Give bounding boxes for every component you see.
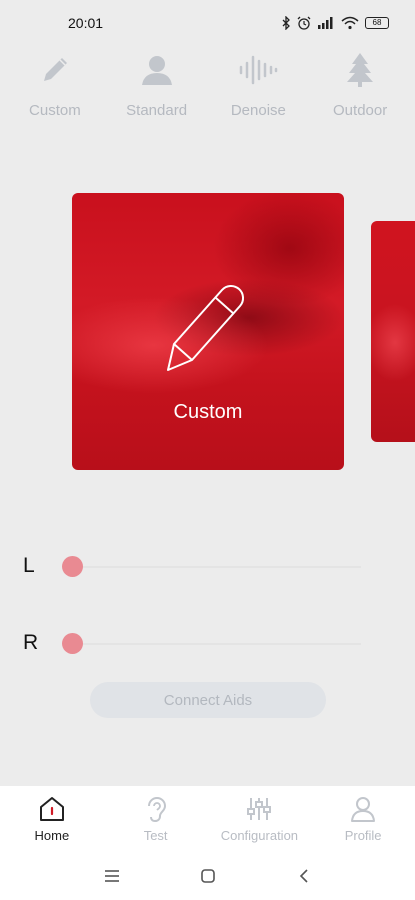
mode-tab-label: Outdoor <box>333 102 388 119</box>
nav-label: Test <box>143 828 168 843</box>
status-bar: 20:01 68 <box>0 0 415 46</box>
left-volume-slider-thumb[interactable] <box>62 556 83 577</box>
home-square-icon[interactable] <box>195 863 221 889</box>
mode-tab-label: Denoise <box>230 102 286 119</box>
battery-level: 68 <box>372 18 382 27</box>
nav-label: Profile <box>344 828 382 843</box>
right-ear-label: R <box>23 631 39 654</box>
waveform-icon <box>238 50 278 90</box>
nav-label: Configuration <box>220 828 299 843</box>
mode-tab-standard[interactable]: Standard <box>107 50 207 130</box>
battery-icon: 68 <box>365 17 389 29</box>
mode-tabs: Custom Standard Denoise Outdoor <box>0 50 415 130</box>
home-icon <box>37 794 67 824</box>
left-ear-volume: L <box>0 547 415 587</box>
mode-tab-label: Custom <box>29 102 81 119</box>
back-icon[interactable] <box>291 863 317 889</box>
signal-icon <box>318 17 333 29</box>
wifi-icon <box>341 16 359 30</box>
nav-item-profile[interactable]: Profile <box>311 786 415 852</box>
system-nav-bar <box>0 852 415 900</box>
tree-icon <box>340 50 380 90</box>
mode-tab-custom[interactable]: Custom <box>5 50 105 130</box>
right-volume-track[interactable] <box>72 643 361 645</box>
right-volume-slider-thumb[interactable] <box>62 633 83 654</box>
alarm-icon <box>297 16 311 30</box>
connect-aids-button[interactable]: Connect Aids <box>90 682 326 718</box>
left-volume-track[interactable] <box>72 566 361 568</box>
menu-icon[interactable] <box>99 863 125 889</box>
pencil-icon <box>35 50 75 90</box>
right-ear-volume: R <box>0 624 415 664</box>
bottom-nav: Home Test Configuration Profile <box>0 786 415 852</box>
mode-card-next[interactable] <box>371 221 415 442</box>
status-icons: 68 <box>281 16 389 30</box>
mode-tab-label: Standard <box>126 102 188 119</box>
status-time: 20:01 <box>68 15 104 31</box>
ear-icon <box>141 794 171 824</box>
mode-card-custom[interactable]: Custom <box>72 193 344 470</box>
nav-item-home[interactable]: Home <box>0 786 104 852</box>
pencil-icon <box>167 284 245 371</box>
bluetooth-icon <box>282 16 290 30</box>
mode-tab-outdoor[interactable]: Outdoor <box>310 50 410 130</box>
mode-tab-denoise[interactable]: Denoise <box>208 50 308 130</box>
left-ear-label: L <box>23 554 35 577</box>
nav-label: Home <box>34 828 70 843</box>
user-icon <box>348 794 378 824</box>
nav-item-configuration[interactable]: Configuration <box>208 786 312 852</box>
sliders-icon <box>244 794 274 824</box>
nav-item-test[interactable]: Test <box>104 786 208 852</box>
person-icon <box>137 50 177 90</box>
mode-card-label: Custom <box>173 401 243 423</box>
